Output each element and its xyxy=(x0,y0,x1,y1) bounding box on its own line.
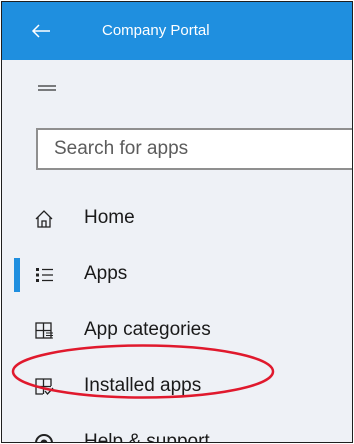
back-button[interactable] xyxy=(28,19,54,43)
search-input[interactable] xyxy=(38,129,352,169)
active-indicator xyxy=(14,258,20,292)
title-bar: Company Portal xyxy=(2,2,352,60)
nav-item-label: Help & support xyxy=(84,431,210,443)
navigation-pane: Home Apps xyxy=(2,60,352,442)
nav-item-apps[interactable]: Apps xyxy=(2,253,352,297)
nav-item-label: Installed apps xyxy=(84,375,202,396)
company-portal-window: Company Portal Home xyxy=(1,1,353,443)
nav-item-help-support[interactable]: Help & support xyxy=(2,421,352,443)
nav-item-home[interactable]: Home xyxy=(2,197,352,241)
search-box[interactable] xyxy=(36,128,352,170)
arrow-left-icon xyxy=(31,24,50,38)
installed-apps-icon xyxy=(33,376,55,398)
nav-item-app-categories[interactable]: App categories xyxy=(2,309,352,353)
hamburger-icon xyxy=(38,85,56,91)
nav-item-label: App categories xyxy=(84,319,211,340)
help-support-icon xyxy=(33,432,55,442)
nav-item-label: Apps xyxy=(84,263,128,284)
window-title: Company Portal xyxy=(102,22,210,39)
apps-list-icon xyxy=(33,264,55,286)
menu-button[interactable] xyxy=(34,78,60,100)
nav-item-label: Home xyxy=(84,207,135,228)
app-categories-icon xyxy=(33,320,55,342)
home-icon xyxy=(33,208,55,230)
nav-item-installed-apps[interactable]: Installed apps xyxy=(2,365,352,409)
